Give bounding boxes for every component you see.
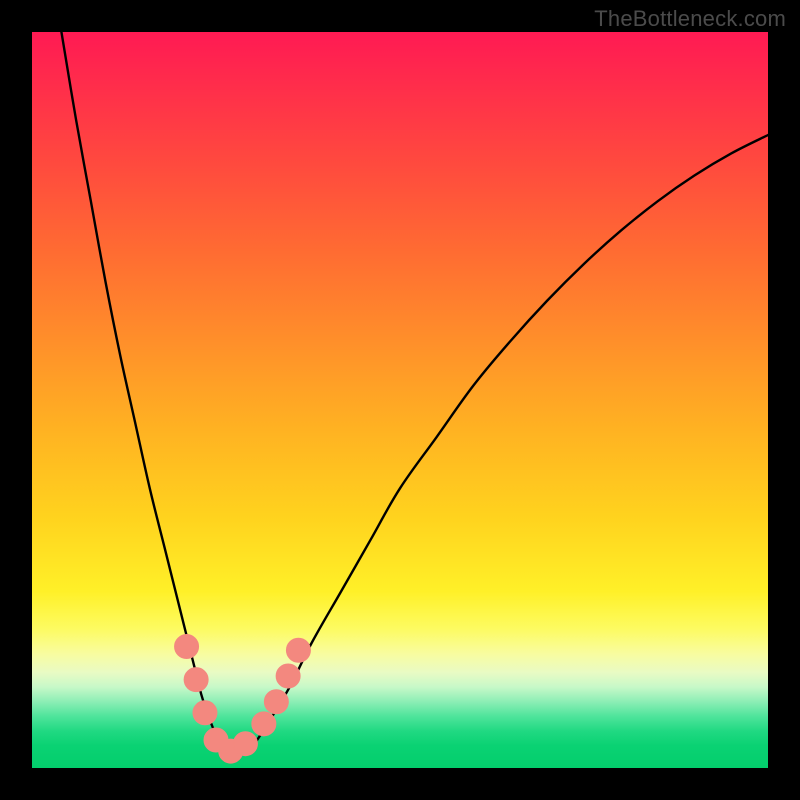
chart-container: { "attribution": "TheBottleneck.com", "c… — [0, 0, 800, 800]
curve-svg — [32, 32, 768, 768]
curve-marker — [286, 638, 310, 662]
bottleneck-curve — [61, 32, 768, 753]
curve-marker — [252, 712, 276, 736]
curve-marker — [264, 690, 288, 714]
curve-marker — [233, 732, 257, 756]
curve-marker — [276, 664, 300, 688]
attribution-text: TheBottleneck.com — [594, 6, 786, 32]
curve-marker — [184, 668, 208, 692]
curve-marker — [175, 635, 199, 659]
curve-marker — [193, 701, 217, 725]
curve-markers — [175, 635, 311, 764]
plot-area — [32, 32, 768, 768]
